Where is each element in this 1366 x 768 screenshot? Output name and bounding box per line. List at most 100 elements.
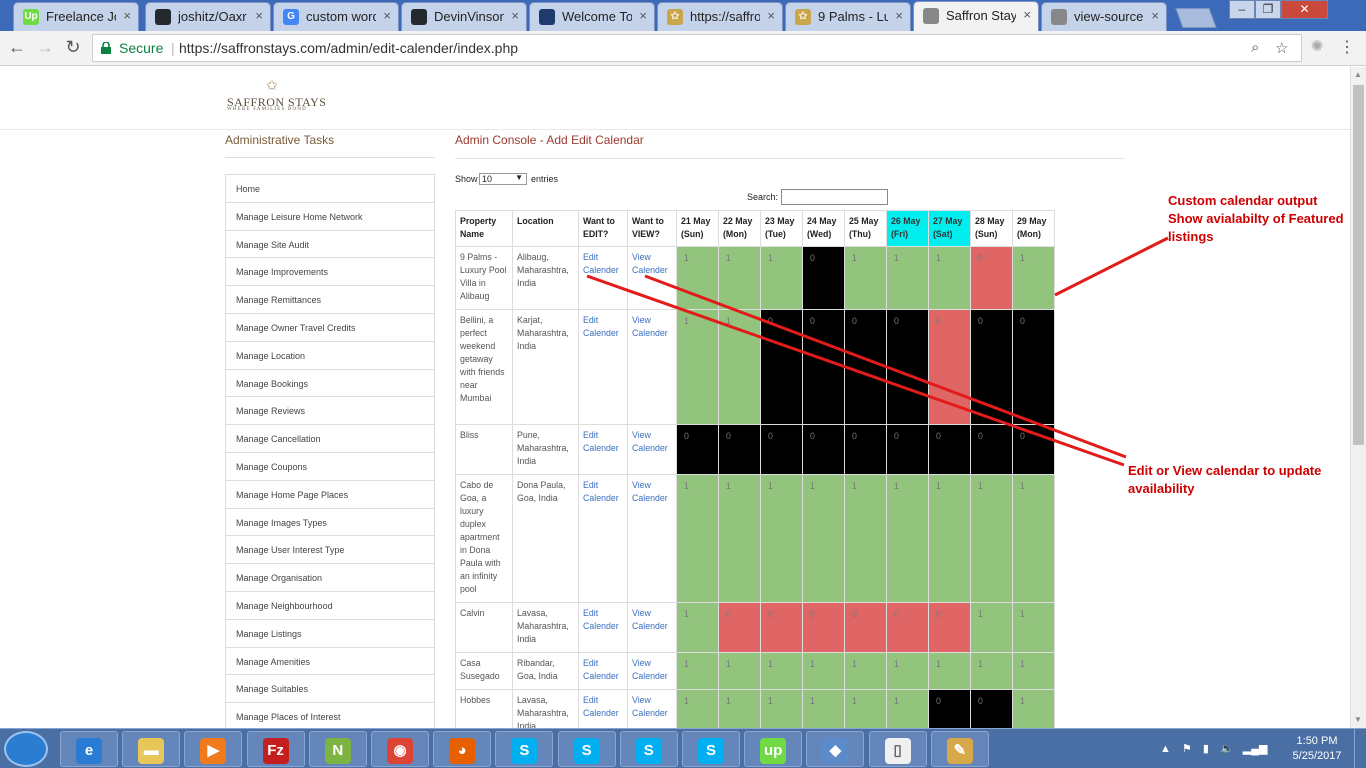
column-header[interactable]: 21 May (Sun) (676, 210, 719, 247)
scroll-up-icon[interactable]: ▲ (1354, 70, 1362, 79)
availability-cell[interactable]: 0 (970, 309, 1013, 425)
extension-icon[interactable]: ✺ (1306, 37, 1328, 55)
taskbar-app-button[interactable]: ▬ (122, 731, 181, 767)
scroll-down-icon[interactable]: ▼ (1354, 715, 1362, 724)
column-header[interactable]: 23 May (Tue) (760, 210, 803, 247)
availability-cell[interactable]: 0 (718, 424, 761, 475)
availability-cell[interactable]: 0 (802, 309, 845, 425)
close-icon[interactable]: × (639, 8, 647, 23)
availability-cell[interactable]: 0 (928, 309, 971, 425)
minimize-button[interactable]: ‒ (1229, 0, 1255, 19)
availability-cell[interactable]: 1 (1012, 652, 1055, 690)
sidebar-item[interactable]: Manage Bookings (226, 370, 434, 398)
edit-calendar-link[interactable]: Edit Calender (578, 474, 628, 603)
bookmark-star-icon[interactable]: ☆ (1275, 39, 1288, 57)
taskbar-app-button[interactable]: Fz (246, 731, 305, 767)
taskbar-app-button[interactable]: ✎ (930, 731, 989, 767)
sidebar-item[interactable]: Manage User Interest Type (226, 536, 434, 565)
zoom-icon[interactable]: ⌕ (1251, 39, 1259, 56)
sidebar-item[interactable]: Manage Remittances (226, 286, 434, 314)
edit-calendar-link[interactable]: Edit Calender (578, 309, 628, 425)
availability-cell[interactable]: 0 (1012, 309, 1055, 425)
sidebar-item[interactable]: Manage Owner Travel Credits (226, 314, 434, 342)
availability-cell[interactable]: 0 (886, 602, 929, 653)
close-icon[interactable]: × (255, 8, 263, 23)
availability-cell[interactable]: 0 (718, 602, 761, 653)
view-calendar-link[interactable]: View Calender (627, 602, 677, 653)
availability-cell[interactable]: 0 (970, 424, 1013, 475)
column-header[interactable]: 22 May (Mon) (718, 210, 761, 247)
edit-calendar-link[interactable]: Edit Calender (578, 424, 628, 475)
availability-cell[interactable]: 1 (844, 246, 887, 310)
availability-cell[interactable]: 1 (676, 602, 719, 653)
sidebar-item[interactable]: Manage Coupons (226, 453, 434, 481)
column-header[interactable]: 25 May (Thu) (844, 210, 887, 247)
availability-cell[interactable]: 0 (928, 424, 971, 475)
availability-cell[interactable]: 0 (970, 246, 1013, 310)
availability-cell[interactable]: 0 (928, 602, 971, 653)
availability-cell[interactable]: 1 (928, 474, 971, 603)
availability-cell[interactable]: 0 (886, 309, 929, 425)
availability-cell[interactable]: 1 (844, 652, 887, 690)
taskbar-app-button[interactable]: e (60, 731, 118, 767)
taskbar-app-button[interactable]: S (557, 731, 616, 767)
availability-cell[interactable]: 0 (844, 602, 887, 653)
sidebar-item[interactable]: Home (226, 175, 434, 203)
back-icon[interactable]: ← (6, 37, 28, 58)
close-icon[interactable]: × (767, 8, 775, 23)
availability-cell[interactable]: 0 (844, 424, 887, 475)
column-header[interactable]: 29 May (Mon) (1012, 210, 1055, 247)
browser-tab[interactable]: ✩ https://saffro × (657, 2, 783, 31)
availability-cell[interactable]: 0 (802, 602, 845, 653)
view-calendar-link[interactable]: View Calender (627, 309, 677, 425)
availability-cell[interactable]: 1 (844, 474, 887, 603)
tray-expand-icon[interactable]: ▲ (1160, 743, 1171, 755)
column-header[interactable]: 24 May (Wed) (802, 210, 845, 247)
action-center-icon[interactable]: ⚑ (1182, 743, 1192, 755)
availability-cell[interactable]: 1 (970, 602, 1013, 653)
sidebar-item[interactable]: Manage Places of Interest (226, 703, 434, 731)
browser-tab[interactable]: Up Freelance Jol × (13, 2, 139, 31)
availability-cell[interactable]: 1 (802, 652, 845, 690)
browser-tab[interactable]: DevinVinson × (401, 2, 527, 31)
battery-icon[interactable]: ▮ (1203, 743, 1209, 755)
view-calendar-link[interactable]: View Calender (627, 474, 677, 603)
availability-cell[interactable]: 1 (1012, 474, 1055, 603)
edit-calendar-link[interactable]: Edit Calender (578, 246, 628, 310)
availability-cell[interactable]: 1 (718, 652, 761, 690)
taskbar-clock[interactable]: 1:50 PM 5/25/2017 (1286, 734, 1348, 764)
page-scrollbar[interactable]: ▲ ▼ (1350, 67, 1366, 728)
sidebar-item[interactable]: Manage Neighbourhood (226, 592, 434, 620)
availability-cell[interactable]: 1 (718, 246, 761, 310)
sidebar-item[interactable]: Manage Organisation (226, 564, 434, 592)
sidebar-item[interactable]: Manage Leisure Home Network (226, 203, 434, 231)
edit-calendar-link[interactable]: Edit Calender (578, 652, 628, 690)
availability-cell[interactable]: 0 (802, 424, 845, 475)
availability-cell[interactable]: 1 (970, 652, 1013, 690)
taskbar-app-button[interactable]: ◆ (806, 731, 865, 767)
reload-icon[interactable]: ↻ (62, 37, 84, 58)
availability-cell[interactable]: 1 (802, 474, 845, 603)
sidebar-item[interactable]: Manage Location (226, 342, 434, 370)
availability-cell[interactable]: 0 (760, 424, 803, 475)
availability-cell[interactable]: 1 (928, 246, 971, 310)
taskbar-app-button[interactable]: ◉ (371, 731, 429, 767)
browser-tab[interactable]: Welcome To × (529, 2, 655, 31)
availability-cell[interactable]: 1 (1012, 602, 1055, 653)
availability-cell[interactable]: 1 (886, 246, 929, 310)
scrollbar-thumb[interactable] (1353, 85, 1364, 445)
availability-cell[interactable]: 1 (1012, 246, 1055, 310)
availability-cell[interactable]: 1 (886, 474, 929, 603)
availability-cell[interactable]: 1 (676, 474, 719, 603)
close-icon[interactable]: × (511, 8, 519, 23)
column-header[interactable]: Want to EDIT? (578, 210, 628, 247)
sidebar-item[interactable]: Manage Reviews (226, 397, 434, 426)
availability-cell[interactable]: 0 (676, 424, 719, 475)
browser-tab[interactable]: joshitz/Oaxr × (145, 2, 271, 31)
taskbar-app-button[interactable]: S (682, 731, 740, 767)
close-icon[interactable]: × (383, 8, 391, 23)
availability-cell[interactable]: 1 (676, 246, 719, 310)
sidebar-item[interactable]: Manage Cancellation (226, 425, 434, 453)
menu-icon[interactable]: ⋮ (1336, 37, 1358, 57)
availability-cell[interactable]: 0 (802, 246, 845, 310)
